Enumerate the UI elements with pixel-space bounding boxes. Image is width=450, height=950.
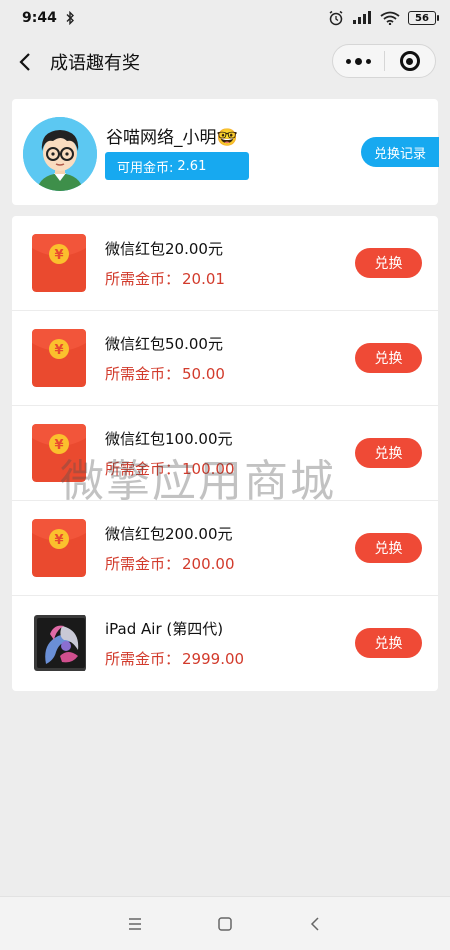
redeem-button[interactable]: 兑换 <box>355 248 422 278</box>
status-bar: 9:44 56 <box>0 0 450 36</box>
red-envelope-icon: ¥ <box>32 424 86 482</box>
status-left: 9:44 <box>22 10 75 26</box>
status-time: 9:44 <box>22 10 57 26</box>
item-price: 所需金币： 50.00 <box>105 363 225 384</box>
home-square-icon <box>218 916 232 931</box>
profile-card: 谷喵网络_小明🤓 可用金币: 2.61 兑换记录 <box>12 99 439 205</box>
redeem-button[interactable]: 兑换 <box>355 438 422 468</box>
item-title: 微信红包200.00元 <box>105 525 233 543</box>
redeem-button[interactable]: 兑换 <box>355 628 422 658</box>
price-value: 100.00 <box>182 460 235 478</box>
redeem-button[interactable]: 兑换 <box>355 533 422 563</box>
coin-balance-value: 2.61 <box>177 158 207 174</box>
red-envelope-icon: ¥ <box>32 234 86 292</box>
price-label: 所需金币： <box>105 270 181 288</box>
item-price: 所需金币： 2999.00 <box>105 648 244 669</box>
ipad-product-image <box>32 614 86 672</box>
avatar <box>23 117 97 191</box>
price-value: 200.00 <box>182 555 235 573</box>
system-nav-bar <box>0 896 450 950</box>
item-title: 微信红包50.00元 <box>105 335 223 353</box>
alarm-icon <box>329 10 343 26</box>
price-value: 20.01 <box>182 270 225 288</box>
item-price: 所需金币： 200.00 <box>105 553 235 574</box>
user-name: 谷喵网络_小明🤓 <box>106 128 238 148</box>
list-item: iPad Air (第四代) 所需金币： 2999.00 兑换 <box>12 596 438 691</box>
item-title: 微信红包100.00元 <box>105 430 233 448</box>
system-back-button[interactable] <box>300 909 330 939</box>
svg-text:¥: ¥ <box>54 248 63 263</box>
menu-icon <box>129 917 141 930</box>
status-right: 56 <box>328 10 439 26</box>
home-button[interactable] <box>210 909 240 939</box>
battery-icon: 56 <box>408 11 439 25</box>
reward-list: ¥ 微信红包20.00元 所需金币： 20.01 兑换 ¥ 微信红包50.00元 … <box>12 216 438 691</box>
item-title: iPad Air (第四代) <box>105 620 224 638</box>
signal-icon <box>353 11 371 24</box>
back-triangle-icon <box>310 916 319 931</box>
chevron-left-icon <box>19 53 30 71</box>
red-envelope-icon: ¥ <box>32 329 86 387</box>
mini-program-capsule <box>332 44 436 78</box>
redeem-button[interactable]: 兑换 <box>355 343 422 373</box>
svg-text:¥: ¥ <box>54 533 63 548</box>
list-item: ¥ 微信红包200.00元 所需金币： 200.00 兑换 <box>12 501 438 596</box>
svg-text:¥: ¥ <box>54 343 63 358</box>
list-item: ¥ 微信红包20.00元 所需金币： 20.01 兑换 <box>12 216 438 311</box>
price-label: 所需金币： <box>105 650 181 668</box>
redeem-history-button[interactable]: 兑换记录 <box>361 137 439 167</box>
red-envelope-icon: ¥ <box>32 519 86 577</box>
price-label: 所需金币： <box>105 365 181 383</box>
item-title: 微信红包20.00元 <box>105 240 223 258</box>
svg-text:¥: ¥ <box>54 438 63 453</box>
price-label: 所需金币： <box>105 555 181 573</box>
avatar-illustration <box>23 117 97 191</box>
item-price: 所需金币： 20.01 <box>105 268 225 289</box>
more-dots-icon <box>345 57 371 65</box>
wifi-icon <box>380 11 400 25</box>
list-item: ¥ 微信红包100.00元 所需金币： 100.00 兑换 <box>12 406 438 501</box>
menu-button[interactable] <box>120 909 150 939</box>
page-title: 成语趣有奖 <box>50 53 140 74</box>
back-button[interactable] <box>0 36 50 88</box>
coin-balance-label: 可用金币: <box>117 160 174 176</box>
price-label: 所需金币： <box>105 460 181 478</box>
bluetooth-icon <box>66 11 74 25</box>
coin-balance-badge: 可用金币: 2.61 <box>105 152 249 180</box>
battery-level: 56 <box>415 12 429 24</box>
close-mini-program-button[interactable] <box>385 45 436 77</box>
nav-bar: 成语趣有奖 <box>0 36 450 88</box>
item-price: 所需金币： 100.00 <box>105 458 235 479</box>
more-button[interactable] <box>333 45 384 77</box>
target-icon <box>399 51 420 71</box>
price-value: 50.00 <box>182 365 225 383</box>
price-value: 2999.00 <box>182 650 245 668</box>
list-item: ¥ 微信红包50.00元 所需金币： 50.00 兑换 <box>12 311 438 406</box>
